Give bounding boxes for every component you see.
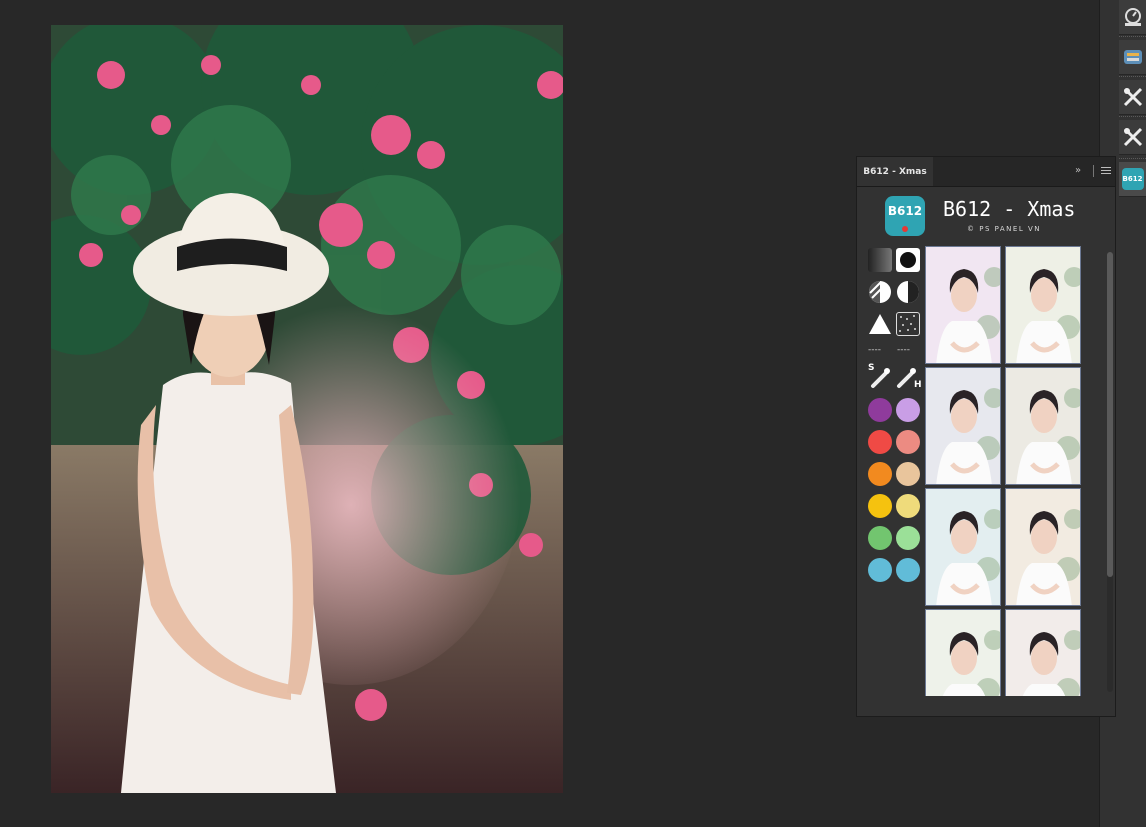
color-swatch-3[interactable]	[868, 430, 892, 454]
panel-tabbar: B612 - Xmas »	[857, 157, 1115, 187]
adjustments-dial-icon[interactable]	[1119, 0, 1146, 35]
preset-thumbnail-4[interactable]	[1005, 367, 1081, 485]
tab-divider	[1093, 165, 1094, 177]
noise-texture-icon[interactable]	[896, 312, 920, 336]
b612-badge: B612	[1121, 168, 1144, 190]
preset-thumbnail-8[interactable]	[1005, 609, 1081, 696]
color-swatch-2[interactable]	[896, 398, 920, 422]
panel-header: B612 B612 - Xmas © PS PANEL VN	[857, 187, 1115, 245]
collapse-panel-icon[interactable]: »	[1075, 166, 1081, 176]
divider-left: ----	[868, 345, 881, 355]
sharpen-triangle-icon[interactable]	[868, 312, 892, 336]
logo-text: B612	[887, 204, 923, 218]
preset-thumbnail-1[interactable]	[925, 246, 1001, 364]
color-swatch-6[interactable]	[896, 462, 920, 486]
contrast-stripe-icon[interactable]	[868, 280, 892, 304]
preset-thumbnail-6[interactable]	[1005, 488, 1081, 606]
b612-panel-icon[interactable]: B612	[1119, 162, 1146, 197]
preset-thumbnail-7[interactable]	[925, 609, 1001, 696]
channels-icon[interactable]	[1119, 40, 1146, 75]
panel-menu-icon[interactable]	[1101, 167, 1111, 176]
tools-crossed-icon[interactable]	[1119, 80, 1146, 115]
color-swatch-12[interactable]	[896, 558, 920, 582]
panel-title: B612 - Xmas	[943, 197, 1076, 221]
b612-xmas-panel: B612 - Xmas » B612 B612 - Xmas © PS PANE…	[856, 156, 1116, 717]
color-swatch-9[interactable]	[868, 526, 892, 550]
color-swatch-1[interactable]	[868, 398, 892, 422]
vignette-circle-icon[interactable]	[896, 248, 920, 272]
tools-crossed-icon-2[interactable]	[1119, 120, 1146, 155]
gradient-tool-icon[interactable]	[868, 248, 892, 272]
color-swatch-4[interactable]	[896, 430, 920, 454]
color-swatch-10[interactable]	[896, 526, 920, 550]
color-swatch-5[interactable]	[868, 462, 892, 486]
divider-right: ----	[897, 345, 910, 355]
b612-logo: B612	[885, 196, 925, 236]
preset-thumbnail-5[interactable]	[925, 488, 1001, 606]
brush-label-s: S	[868, 363, 875, 373]
scroll-thumb[interactable]	[1107, 252, 1113, 577]
contrast-half-icon[interactable]	[896, 280, 920, 304]
panel-subtitle: © PS PANEL VN	[967, 225, 1041, 233]
preset-thumbnails	[925, 246, 1085, 696]
panel-scrollbar[interactable]	[1107, 252, 1113, 692]
brush-label-h: H	[914, 380, 922, 390]
soft-brush-icon[interactable]: S	[868, 363, 892, 390]
preset-thumbnail-2[interactable]	[1005, 246, 1081, 364]
portrait-photo-image	[51, 25, 563, 793]
color-swatch-8[interactable]	[896, 494, 920, 518]
canvas-photo[interactable]	[51, 25, 563, 793]
color-swatch-11[interactable]	[868, 558, 892, 582]
hard-brush-icon[interactable]: H	[896, 366, 922, 390]
preset-thumbnail-3[interactable]	[925, 367, 1001, 485]
panel-tab[interactable]: B612 - Xmas	[857, 157, 933, 186]
color-swatch-7[interactable]	[868, 494, 892, 518]
